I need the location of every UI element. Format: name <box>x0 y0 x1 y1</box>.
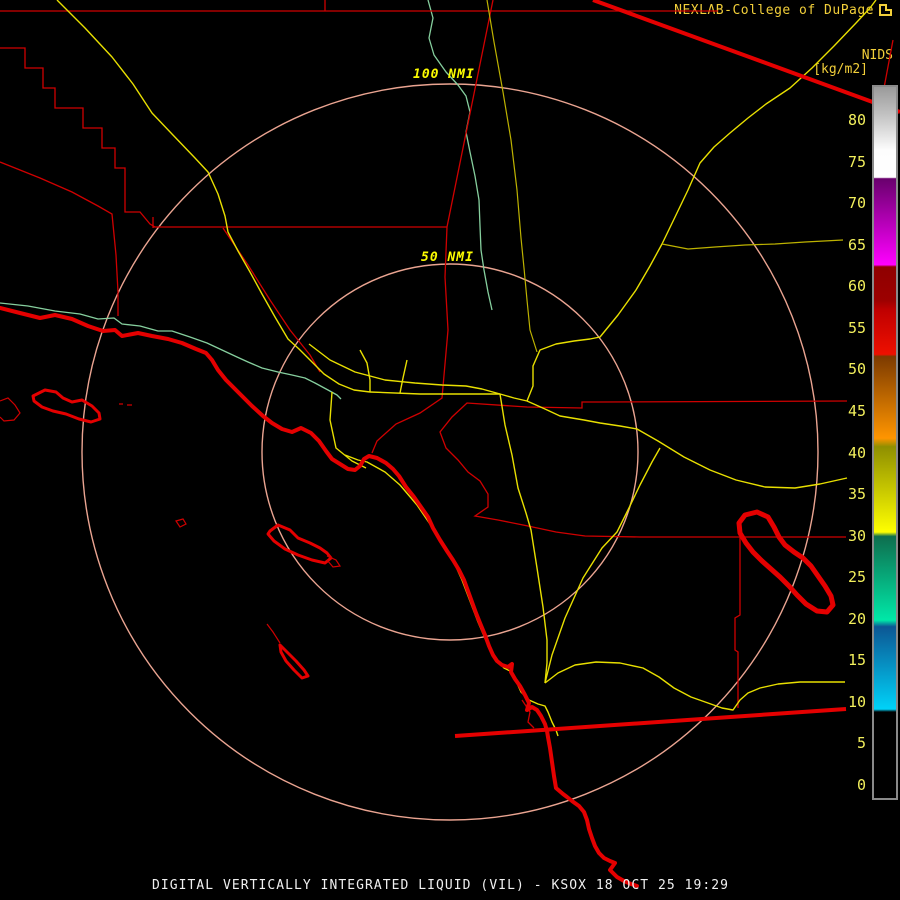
colorbar-tick-35: 35 <box>847 485 866 504</box>
colorbar-gradient <box>874 87 896 798</box>
colorbar-tick-50: 50 <box>847 360 866 379</box>
county-border <box>0 47 156 228</box>
range-ring-100nmi <box>81 83 819 821</box>
units-label: [kg/m2] <box>813 62 868 77</box>
county-border <box>439 400 848 538</box>
highway-i8-east <box>544 661 845 711</box>
highway-connector <box>359 349 371 392</box>
colorbar-tick-25: 25 <box>847 568 866 587</box>
island-catalina <box>266 523 333 565</box>
range-ring-label-50nmi: 50 NMI <box>421 250 474 265</box>
county-border <box>521 699 535 729</box>
colorbar-tick-5: 5 <box>856 734 866 753</box>
mexico-border <box>454 707 847 738</box>
nids-label: NIDS <box>861 48 893 63</box>
colorbar-tick-0: 0 <box>856 776 866 794</box>
colorbar-tick-40: 40 <box>847 443 866 462</box>
range-ring-label-100nmi: 100 NMI <box>413 67 475 82</box>
highway-210 <box>308 343 501 395</box>
salton-sea <box>736 509 836 615</box>
highway-i5-coast <box>344 454 559 737</box>
colorbar-tick-55: 55 <box>847 318 866 337</box>
county-border <box>734 537 741 708</box>
river-line <box>0 302 342 400</box>
radar-map <box>0 0 900 888</box>
colorbar <box>872 85 898 800</box>
colorbar-tick-70: 70 <box>847 194 866 213</box>
highway-395 <box>486 0 538 353</box>
highway-i15-vegas <box>526 0 877 402</box>
county-border <box>0 161 119 316</box>
highway-i15-south <box>499 393 548 684</box>
product-caption: DIGITAL VERTICALLY INTEGRATED LIQUID (VI… <box>152 878 729 893</box>
highway-i5-north <box>56 0 371 393</box>
island-catalina-tail <box>326 555 342 568</box>
colorbar-tick-20: 20 <box>847 609 866 628</box>
colorbar-tick-80: 80 <box>847 111 866 129</box>
colorbar-tick-30: 30 <box>847 526 866 545</box>
colorbar-tick-10: 10 <box>847 692 866 711</box>
highway-i15-inland <box>544 447 661 684</box>
island-sanclemente <box>278 643 310 680</box>
range-ring-50nmi <box>261 263 639 641</box>
radar-display: NEXLAB-College of DuPage NIDS [kg/m2] 10… <box>0 0 900 900</box>
cod-logo-icon <box>879 4 892 16</box>
island-sanclemente-tip <box>266 623 281 644</box>
county-border <box>222 227 321 373</box>
island-channel <box>31 388 102 424</box>
coastline <box>0 306 639 888</box>
colorbar-tick-60: 60 <box>847 277 866 296</box>
highway-40-east <box>661 239 844 250</box>
colorbar-tick-labels: 80 75 70 65 60 55 50 45 40 35 30 25 20 15 10 5 0 <box>0 0 900 900</box>
highway-710 <box>329 391 367 469</box>
colorbar-tick-15: 15 <box>847 651 866 670</box>
highway-i10-east <box>369 391 848 489</box>
harbor-breakwater <box>119 403 132 406</box>
page-title: NEXLAB-College of DuPage <box>674 3 874 18</box>
island-santabarbara <box>175 518 187 528</box>
colorbar-tick-65: 65 <box>847 235 866 254</box>
highway-connector <box>399 359 408 394</box>
colorbar-tick-45: 45 <box>847 401 866 420</box>
colorbar-tick-75: 75 <box>847 152 866 171</box>
island-channel-west <box>0 397 21 422</box>
